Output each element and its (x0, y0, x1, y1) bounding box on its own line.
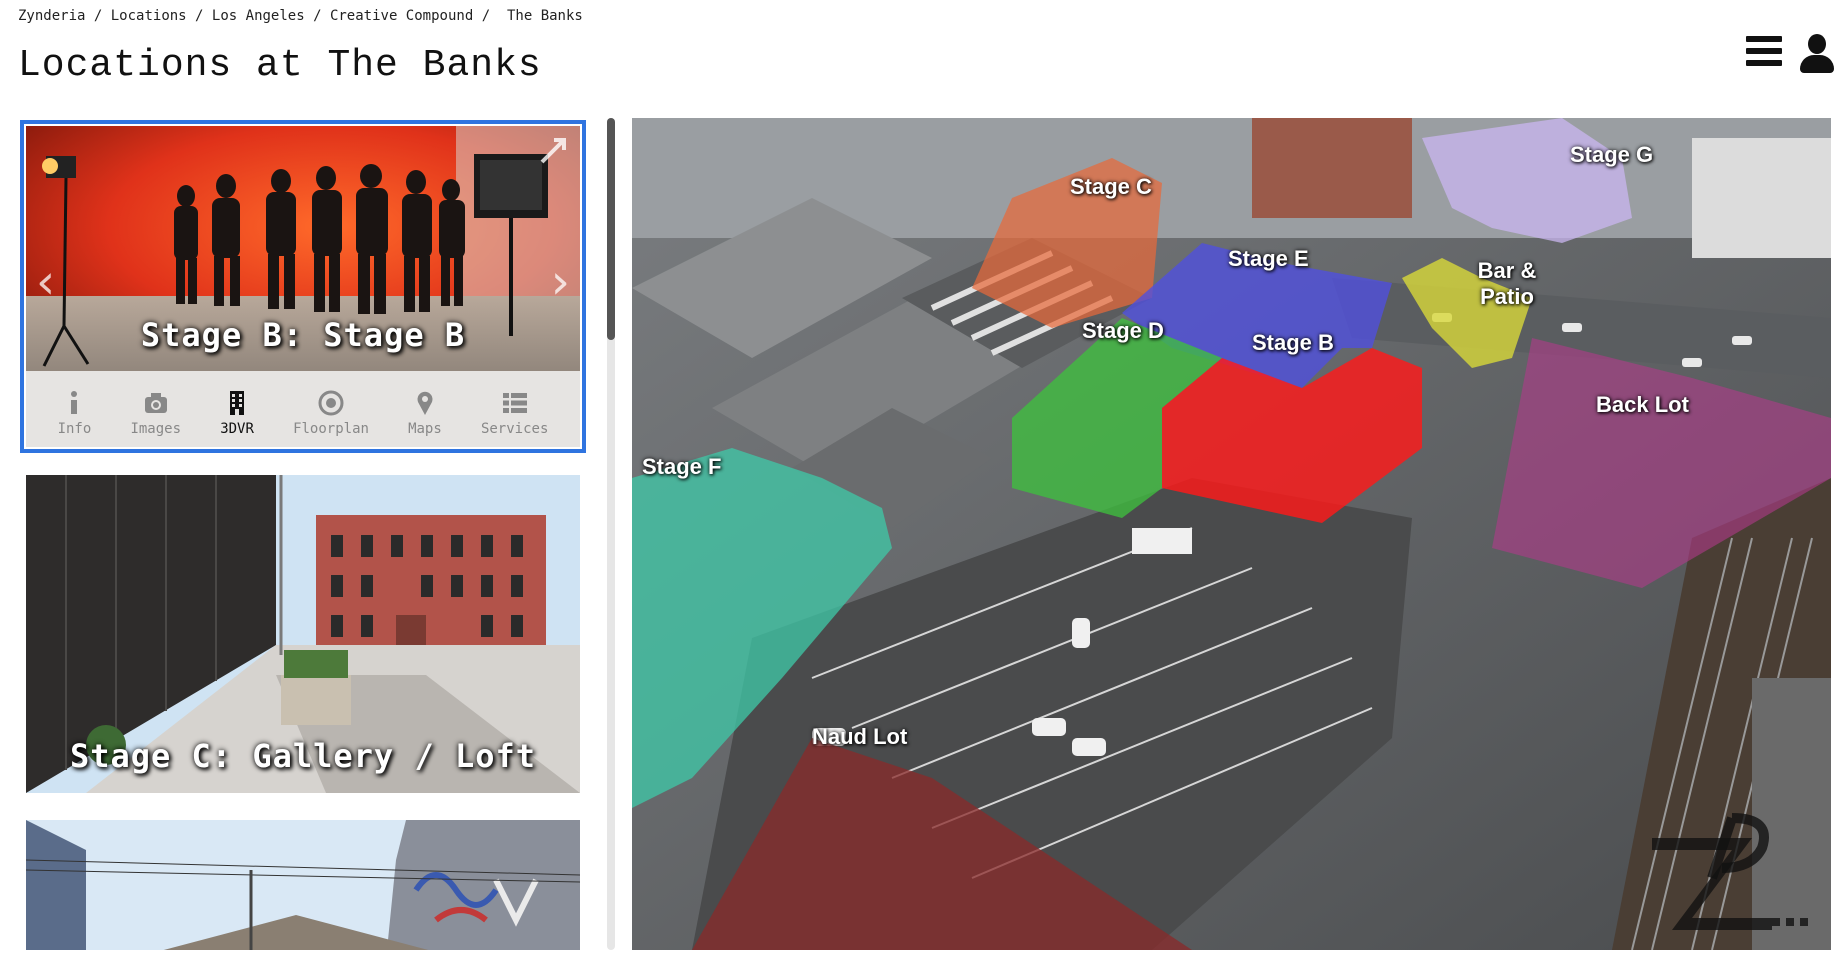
tab-label: 3DVR (220, 421, 254, 437)
location-list-scrollbar[interactable] (607, 118, 615, 950)
breadcrumb-item-the-banks[interactable]: The Banks (507, 8, 583, 24)
page-title: Locations at The Banks (18, 44, 542, 87)
target-icon (318, 390, 344, 416)
info-icon (71, 391, 78, 414)
location-list: ‹ › Stage B: Stage B Info Images 3DVR Fl… (20, 120, 586, 950)
breadcrumb-item-los-angeles[interactable]: Los Angeles (212, 8, 305, 24)
breadcrumb-separator: / (195, 8, 204, 24)
camera-icon (144, 393, 167, 413)
previous-arrow-icon[interactable]: ‹ (36, 254, 55, 310)
zone-label-stage-c[interactable]: Stage C (1070, 174, 1152, 200)
zone-label-stage-b[interactable]: Stage B (1252, 330, 1334, 356)
next-arrow-icon[interactable]: › (551, 254, 570, 310)
list-icon (502, 393, 527, 413)
graffiti-photo (26, 820, 580, 950)
tab-label: Images (130, 421, 182, 437)
aerial-site-map[interactable]: Stage C Stage E Stage D Stage B Stage G … (632, 118, 1831, 950)
breadcrumb: Zynderia / Locations / Los Angeles / Cre… (18, 8, 583, 24)
location-card-graffiti[interactable] (20, 820, 586, 950)
zone-label-back-lot[interactable]: Back Lot (1596, 392, 1689, 418)
building-icon (230, 391, 245, 415)
location-tab-bar: Info Images 3DVR Floorplan Maps Services (26, 371, 580, 447)
tab-label: Info (57, 421, 92, 437)
breadcrumb-separator: / (313, 8, 322, 24)
breadcrumb-item-creative-compound[interactable]: Creative Compound (330, 8, 473, 24)
zone-label-stage-g[interactable]: Stage G (1570, 142, 1653, 168)
expand-icon[interactable] (538, 136, 568, 166)
breadcrumb-separator: / (481, 8, 491, 24)
tab-label: Floorplan (293, 421, 369, 437)
location-card-stage-c[interactable]: Stage C: Gallery / Loft (20, 475, 586, 795)
user-icon[interactable] (1800, 34, 1834, 74)
location-card-caption: Stage C: Gallery / Loft (69, 737, 537, 775)
location-card-caption: Stage B: Stage B (140, 316, 466, 354)
zone-label-stage-d[interactable]: Stage D (1082, 318, 1164, 344)
zone-label-stage-f[interactable]: Stage F (642, 454, 721, 480)
breadcrumb-item-locations[interactable]: Locations (111, 8, 187, 24)
stage-c-photo: Stage C: Gallery / Loft (26, 475, 580, 793)
tab-label: Services (480, 421, 549, 437)
tab-images[interactable]: Images (130, 390, 181, 447)
zone-label-naud-lot[interactable]: Naud Lot (812, 724, 907, 750)
tab-label: Maps (408, 421, 442, 437)
tab-floorplan[interactable]: Floorplan (293, 390, 369, 447)
breadcrumb-item-zynderia[interactable]: Zynderia (18, 8, 85, 24)
stage-b-photo: ‹ › Stage B: Stage B (26, 126, 580, 378)
zone-label-stage-e[interactable]: Stage E (1228, 246, 1309, 272)
tab-3dvr[interactable]: 3DVR (220, 390, 254, 447)
map-pin-icon (417, 391, 433, 415)
scrollbar-thumb[interactable] (607, 118, 615, 340)
tab-services[interactable]: Services (481, 390, 548, 447)
tab-info[interactable]: Info (57, 390, 92, 447)
breadcrumb-separator: / (93, 8, 103, 24)
zone-label-bar-patio[interactable]: Bar & Patio (1472, 258, 1542, 310)
location-card-stage-b[interactable]: ‹ › Stage B: Stage B Info Images 3DVR Fl… (20, 120, 586, 453)
hamburger-menu-icon[interactable] (1746, 36, 1782, 70)
tab-maps[interactable]: Maps (408, 390, 442, 447)
